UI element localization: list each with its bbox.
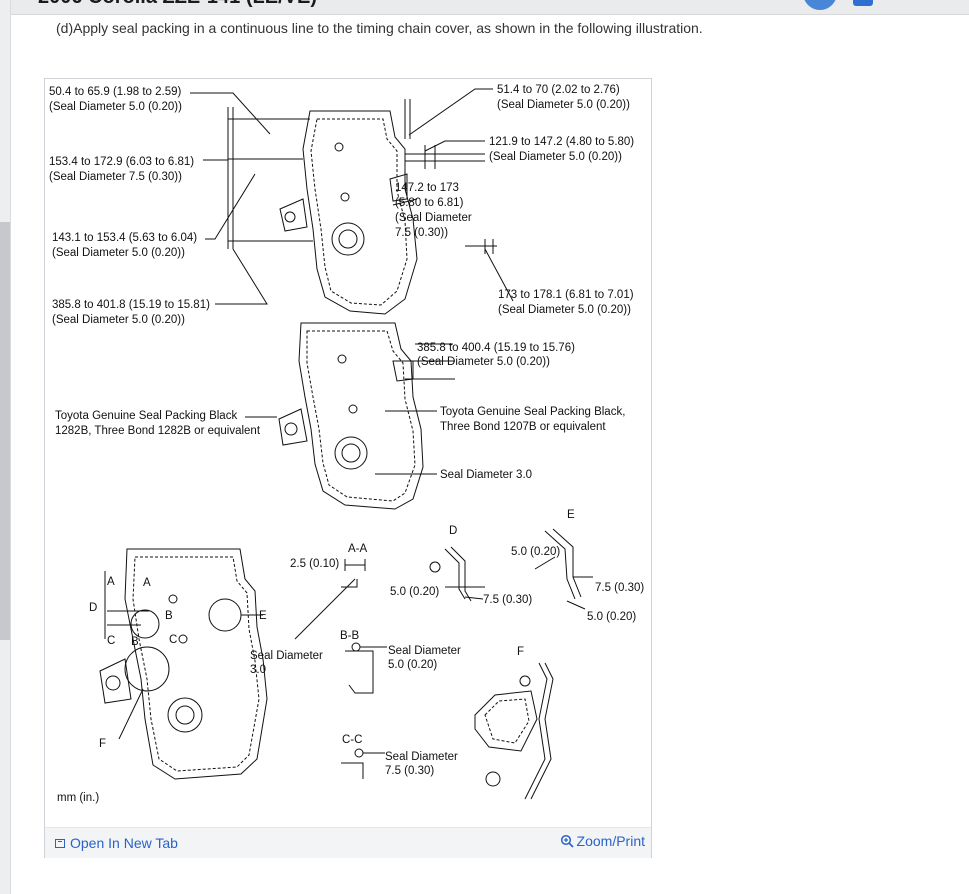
label-top-right-1a: 51.4 to 70 (2.02 to 2.76) bbox=[497, 84, 620, 96]
label-d-dim1: 5.0 (0.20) bbox=[390, 586, 439, 598]
left-scrollbar[interactable] bbox=[0, 0, 11, 894]
label-top-left-4b: (Seal Diameter 5.0 (0.20)) bbox=[52, 314, 185, 326]
label-section-cc: C-C bbox=[342, 734, 362, 746]
label-e-dim1: 5.0 (0.20) bbox=[511, 546, 560, 558]
label-units: mm (in.) bbox=[57, 792, 99, 804]
label-seal-diameter-left-a: Seal Diameter bbox=[250, 650, 323, 662]
label-seal-packing-left-b: 1282B, Three Bond 1282B or equivalent bbox=[55, 425, 261, 437]
label-e-dim2: 7.5 (0.30) bbox=[595, 582, 644, 594]
step-instruction: (d)Apply seal packing in a continuous li… bbox=[56, 20, 703, 36]
label-bb-seal-b: 5.0 (0.20) bbox=[388, 659, 437, 671]
label-seal-packing-right-a: Toyota Genuine Seal Packing Black, bbox=[440, 406, 625, 418]
external-window-icon bbox=[55, 838, 65, 848]
label-a-1: A bbox=[107, 576, 115, 588]
label-c-1: C bbox=[107, 635, 115, 647]
label-e-2: E bbox=[259, 610, 267, 622]
label-bb-seal-a: Seal Diameter bbox=[388, 645, 461, 657]
zoom-print-label: Zoom/Print bbox=[576, 833, 645, 849]
open-in-new-tab-label: Open In New Tab bbox=[70, 835, 178, 851]
label-detail-f: F bbox=[517, 646, 524, 658]
label-seal-packing-right-b: Three Bond 1207B or equivalent bbox=[440, 421, 606, 433]
label-center-1d: 7.5 (0.30)) bbox=[395, 227, 448, 239]
label-e-dim3: 5.0 (0.20) bbox=[587, 611, 636, 623]
label-right-3a: 173 to 178.1 (6.81 to 7.01) bbox=[498, 289, 634, 301]
bookmark-icon[interactable] bbox=[853, 0, 873, 6]
label-a-2: A bbox=[143, 577, 151, 589]
label-section-bb: B-B bbox=[340, 630, 360, 642]
magnifier-plus-icon bbox=[560, 834, 574, 848]
label-top-left-3a: 143.1 to 153.4 (5.63 to 6.04) bbox=[52, 232, 197, 244]
label-cc-seal-a: Seal Diameter bbox=[385, 751, 458, 763]
label-middle-1a: 385.8 to 400.4 (15.19 to 15.76) bbox=[417, 342, 575, 354]
timing-chain-cover-diagram: 50.4 to 65.9 (1.98 to 2.59) (Seal Diamet… bbox=[49, 84, 644, 804]
label-d-2: D bbox=[89, 602, 97, 614]
label-d-dim2: 7.5 (0.30) bbox=[483, 594, 532, 606]
label-top-left-3b: (Seal Diameter 5.0 (0.20)) bbox=[52, 247, 185, 259]
illustration-footer: Open In New Tab Zoom/Print bbox=[45, 827, 651, 858]
label-top-left-4a: 385.8 to 401.8 (15.19 to 15.81) bbox=[52, 299, 210, 311]
illustration-panel: 50.4 to 65.9 (1.98 to 2.59) (Seal Diamet… bbox=[44, 78, 652, 858]
label-center-1c: (Seal Diameter bbox=[395, 212, 472, 224]
label-top-left-2a: 153.4 to 172.9 (6.03 to 6.81) bbox=[49, 156, 194, 168]
label-middle-1b: (Seal Diameter 5.0 (0.20)) bbox=[417, 356, 550, 368]
top-bar: 2006 Corolla ZZE-141 (LE/VE) bbox=[0, 0, 969, 15]
label-detail-e: E bbox=[567, 509, 575, 521]
label-seal-diameter-3: Seal Diameter 3.0 bbox=[440, 469, 532, 481]
label-aa-dimension: 2.5 (0.10) bbox=[290, 558, 339, 570]
label-cc-seal-b: 7.5 (0.30) bbox=[385, 765, 434, 777]
label-seal-packing-left-a: Toyota Genuine Seal Packing Black bbox=[55, 410, 237, 422]
label-seal-diameter-left-b: 3.0 bbox=[250, 664, 266, 676]
user-avatar-button[interactable] bbox=[803, 0, 837, 10]
scrollbar-thumb[interactable] bbox=[0, 222, 10, 640]
label-top-right-2a: 121.9 to 147.2 (4.80 to 5.80) bbox=[489, 136, 634, 148]
label-top-right-1b: (Seal Diameter 5.0 (0.20)) bbox=[497, 99, 630, 111]
label-f-2: F bbox=[99, 738, 106, 750]
open-in-new-tab-link[interactable]: Open In New Tab bbox=[55, 835, 178, 851]
label-top-left-1a: 50.4 to 65.9 (1.98 to 2.59) bbox=[49, 86, 182, 98]
label-top-left-1b: (Seal Diameter 5.0 (0.20)) bbox=[49, 101, 182, 113]
label-section-aa: A-A bbox=[348, 543, 368, 555]
label-center-1a: 147.2 to 173 bbox=[395, 182, 459, 194]
label-top-right-2b: (Seal Diameter 5.0 (0.20)) bbox=[489, 151, 622, 163]
label-b-2: B bbox=[165, 610, 173, 622]
label-b-1: B bbox=[131, 636, 139, 648]
label-right-3b: (Seal Diameter 5.0 (0.20)) bbox=[498, 304, 631, 316]
label-detail-d: D bbox=[449, 525, 457, 537]
zoom-print-link[interactable]: Zoom/Print bbox=[560, 833, 645, 849]
label-c-2: C bbox=[169, 634, 177, 646]
header-crumb: 2006 Corolla ZZE-141 (LE/VE) bbox=[38, 0, 317, 9]
label-center-1b: (5.80 to 6.81) bbox=[395, 197, 464, 209]
label-top-left-2b: (Seal Diameter 7.5 (0.30)) bbox=[49, 171, 182, 183]
